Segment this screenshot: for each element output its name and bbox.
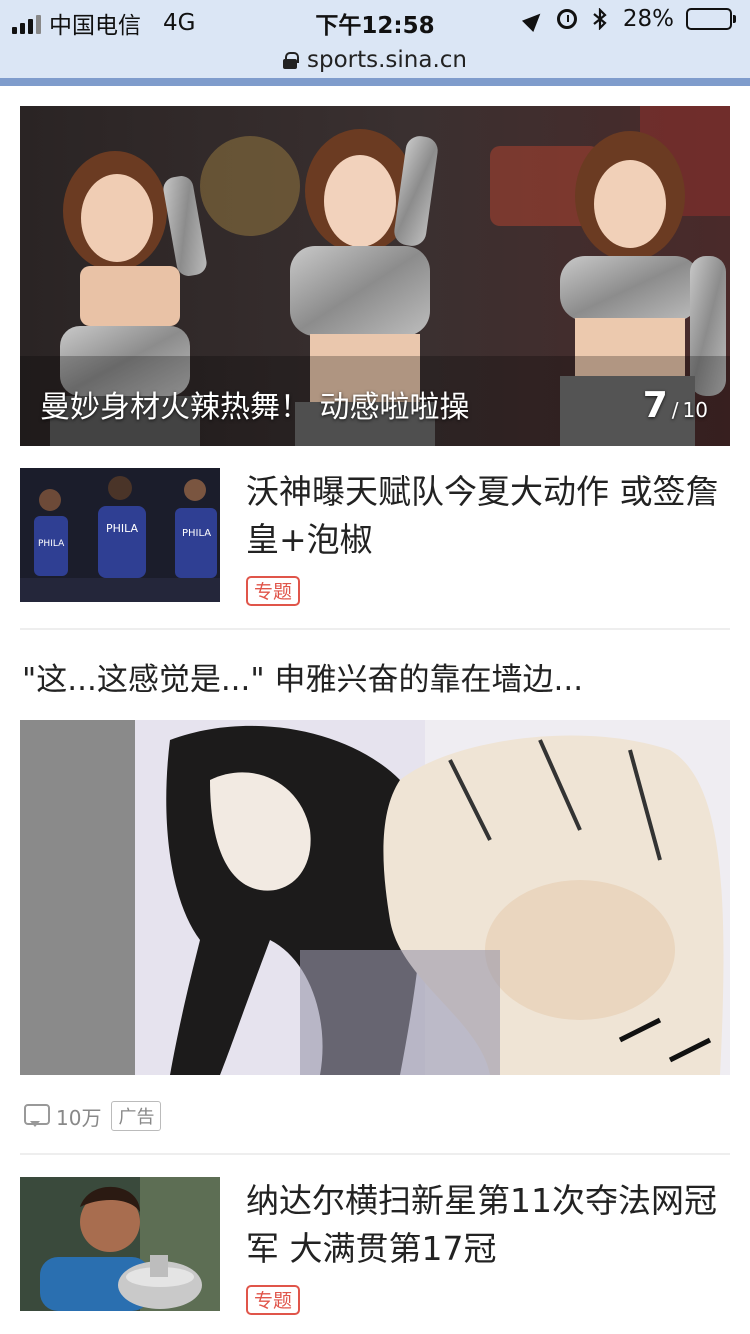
url-bar[interactable]: sports.sina.cn (0, 40, 750, 80)
news-item-text: 沃神曝天赋队今夏大动作 或签詹皇+泡椒 专题 (246, 468, 730, 606)
gallery-counter: 7/10 (643, 385, 708, 426)
comment-icon (24, 1104, 50, 1128)
news-title[interactable]: 沃神曝天赋队今夏大动作 或签詹皇+泡椒 (246, 468, 730, 564)
news-item-text: 纳达尔横扫新星第11次夺法网冠军 大满贯第17冠 专题 (246, 1177, 730, 1315)
url-text[interactable]: sports.sina.cn (307, 47, 467, 73)
svg-text:PHILA: PHILA (106, 522, 139, 535)
news-thumbnail: PHILA PHILA PHILA (20, 468, 220, 602)
ad-title[interactable]: "这...这感觉是..." 申雅兴奋的靠在墙边... (20, 630, 730, 720)
news-thumbnail (20, 1177, 220, 1311)
gallery-counter-current: 7 (642, 385, 668, 426)
status-right: 28% (523, 6, 736, 32)
news-title[interactable]: 纳达尔横扫新星第11次夺法网冠军 大满贯第17冠 (246, 1177, 730, 1273)
battery-icon (686, 8, 736, 30)
ad-image[interactable] (20, 720, 730, 1075)
lock-icon (282, 52, 299, 69)
topic-tag: 专题 (246, 576, 301, 606)
news-item[interactable]: PHILA PHILA PHILA 沃神曝天赋队今夏大动作 或签詹皇+泡椒 专题 (20, 446, 730, 630)
gallery-counter-separator: / (671, 398, 679, 422)
hero-caption: 曼妙身材火辣热舞！ 动感啦啦操 (40, 390, 470, 425)
topic-tag: 专题 (246, 1285, 301, 1315)
svg-text:PHILA: PHILA (38, 539, 65, 549)
location-icon (523, 8, 545, 30)
news-item[interactable]: 纳达尔横扫新星第11次夺法网冠军 大满贯第17冠 专题 (20, 1155, 730, 1334)
url-bar-divider (0, 78, 750, 86)
ad-badge: 广告 (111, 1101, 162, 1131)
comment-count: 10万 (56, 1105, 102, 1130)
battery-percent: 28% (622, 6, 674, 32)
svg-text:PHILA: PHILA (182, 528, 211, 539)
status-bar: 中国电信 4G 下午12:58 28% (0, 0, 750, 40)
alarm-icon (556, 9, 577, 29)
bluetooth-icon (589, 7, 611, 31)
news-feed: 曼妙身材火辣热舞！ 动感啦啦操 7/10 PHILA PHILA PHILA 沃… (20, 106, 730, 1334)
gallery-hero-card[interactable]: 曼妙身材火辣热舞！ 动感啦啦操 7/10 (20, 106, 730, 446)
ad-meta: 10万 广告 (20, 1075, 730, 1155)
gallery-counter-total: 10 (682, 398, 708, 422)
